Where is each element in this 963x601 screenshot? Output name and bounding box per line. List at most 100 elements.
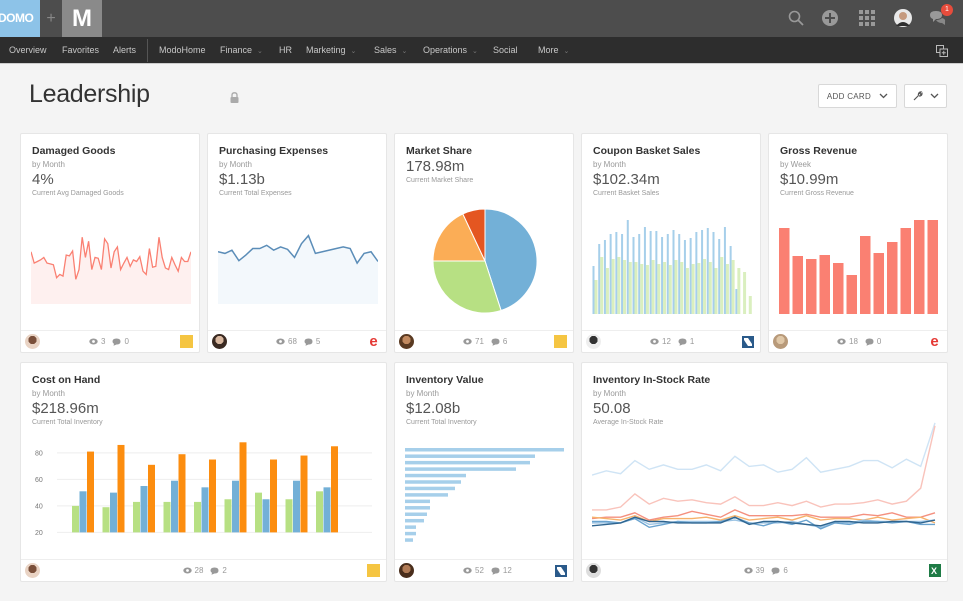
coupon-basket-sales-chart[interactable]	[592, 214, 752, 314]
views-count: 52	[475, 566, 484, 575]
card-inventory-value[interactable]: Inventory Value by Month $12.08b Current To…	[394, 362, 574, 582]
netsuite-source-icon[interactable]	[554, 564, 567, 577]
owner-avatar[interactable]	[586, 334, 601, 349]
nav-finance[interactable]: Finance ⌄	[220, 37, 263, 64]
nav-operations[interactable]: Operations ⌄	[423, 37, 478, 64]
owner-avatar[interactable]	[25, 334, 40, 349]
comments-icon[interactable]	[304, 337, 313, 346]
netsuite-source-icon[interactable]	[741, 335, 754, 348]
nav-sales[interactable]: Sales ⌄	[374, 37, 407, 64]
bar-series1	[626, 220, 629, 314]
bar-green	[72, 505, 79, 533]
e-source-icon[interactable]: e	[928, 333, 941, 350]
add-card-button[interactable]: ADD CARD	[818, 84, 897, 108]
comments-icon[interactable]	[491, 337, 500, 346]
card-coupon-basket-sales[interactable]: Coupon Basket Sales by Month $102.34m Curre…	[581, 133, 761, 353]
nav-favorites[interactable]: Favorites	[62, 37, 99, 64]
nav-overview[interactable]: Overview	[9, 37, 47, 64]
bar-series2	[714, 268, 718, 314]
bar-series1	[643, 227, 646, 314]
card-stats: 28 2	[182, 560, 227, 582]
comments-icon[interactable]	[210, 566, 219, 575]
comments-count: 12	[502, 566, 512, 575]
hbar	[405, 454, 535, 458]
card-title[interactable]: Purchasing Expenses	[219, 145, 328, 157]
hbar	[405, 486, 455, 491]
nav-more[interactable]: More ⌄	[538, 37, 569, 64]
card-stats: 39 6	[743, 560, 788, 582]
gross-revenue-chart[interactable]	[778, 214, 940, 314]
card-title[interactable]: Damaged Goods	[32, 145, 115, 157]
hbar	[405, 518, 424, 523]
bar-series1	[615, 232, 618, 314]
views-icon	[837, 337, 846, 346]
add-icon[interactable]	[820, 8, 840, 28]
bar-series1	[638, 234, 641, 314]
bar-series1	[695, 232, 698, 314]
owner-avatar[interactable]	[773, 334, 788, 349]
card-market-share[interactable]: Market Share 178.98m Current Market Share 7…	[394, 133, 574, 353]
comments-count: 5	[315, 337, 321, 346]
sap-source-icon[interactable]	[367, 564, 380, 577]
lock-icon[interactable]	[230, 90, 239, 108]
excel-source-icon[interactable]: X	[928, 564, 941, 577]
card-cost-on-hand[interactable]: Cost on Hand by Month $218.96m Current Tota…	[20, 362, 387, 582]
chevron-down-icon	[879, 93, 888, 99]
card-stats: 18 0	[837, 331, 881, 353]
comments-icon[interactable]	[865, 337, 874, 346]
domo-logo[interactable]: DOMO	[0, 0, 40, 37]
owner-avatar[interactable]	[212, 334, 227, 349]
bar	[873, 253, 884, 314]
bar	[819, 255, 830, 314]
card-title[interactable]: Inventory In-Stock Rate	[593, 374, 710, 386]
owner-avatar[interactable]	[399, 334, 414, 349]
comments-icon[interactable]	[771, 566, 780, 575]
comments-icon[interactable]	[112, 337, 121, 346]
owner-avatar[interactable]	[25, 563, 40, 578]
card-title[interactable]: Cost on Hand	[32, 374, 100, 386]
card-title[interactable]: Inventory Value	[406, 374, 484, 386]
market-share-chart[interactable]	[425, 206, 545, 326]
damaged-goods-chart[interactable]	[31, 219, 191, 304]
inventory-in-stock-rate-chart[interactable]	[592, 418, 939, 538]
owner-avatar[interactable]	[399, 563, 414, 578]
page-settings-button[interactable]	[904, 84, 947, 108]
user-avatar[interactable]	[893, 8, 913, 28]
sap-source-icon[interactable]	[180, 335, 193, 348]
bar-green	[316, 491, 323, 533]
nav-label: ModoHome	[159, 45, 206, 55]
bar-series2	[743, 272, 747, 314]
card-title[interactable]: Market Share	[406, 145, 472, 157]
purchasing-expenses-chart[interactable]	[218, 219, 378, 304]
comments-icon[interactable]	[491, 566, 500, 575]
nav-marketing[interactable]: Marketing ⌄	[306, 37, 356, 64]
duplicate-page-icon[interactable]	[936, 44, 948, 62]
comments-count: 1	[689, 337, 695, 346]
card-purchasing-expenses[interactable]: Purchasing Expenses by Month $1.13b Current…	[207, 133, 387, 353]
sap-source-icon[interactable]	[554, 335, 567, 348]
owner-avatar[interactable]	[586, 563, 601, 578]
app-logo[interactable]: M	[62, 0, 102, 37]
card-footer: 30	[21, 330, 199, 352]
nav-alerts[interactable]: Alerts	[113, 37, 136, 64]
nav-hr[interactable]: HR	[279, 37, 292, 64]
card-title[interactable]: Coupon Basket Sales	[593, 145, 700, 157]
search-icon[interactable]	[786, 8, 806, 28]
card-damaged-goods[interactable]: Damaged Goods by Month 4% Current Avg Damag…	[20, 133, 200, 353]
card-gross-revenue[interactable]: Gross Revenue by Week $10.99m Current Gross…	[768, 133, 948, 353]
nav-label: Finance	[220, 45, 253, 55]
bar-orange	[239, 442, 247, 533]
inventory-value-chart[interactable]	[405, 448, 570, 548]
bar-series1	[735, 289, 738, 314]
views-count: 68	[288, 337, 297, 346]
card-title[interactable]: Gross Revenue	[780, 145, 857, 157]
apps-grid-icon[interactable]	[857, 8, 877, 28]
e-source-icon[interactable]: e	[367, 333, 380, 350]
cost-on-hand-chart[interactable]: 20 40 60 80	[27, 433, 377, 543]
card-inventory-in-stock-rate[interactable]: Inventory In-Stock Rate by Month 50.08 Aver…	[581, 362, 948, 582]
nav-social[interactable]: Social	[493, 37, 518, 64]
nav-modohome[interactable]: ModoHome	[159, 37, 206, 64]
comments-icon[interactable]	[678, 337, 687, 346]
hbar	[405, 512, 427, 516]
card-stats: 12 1	[650, 331, 694, 353]
